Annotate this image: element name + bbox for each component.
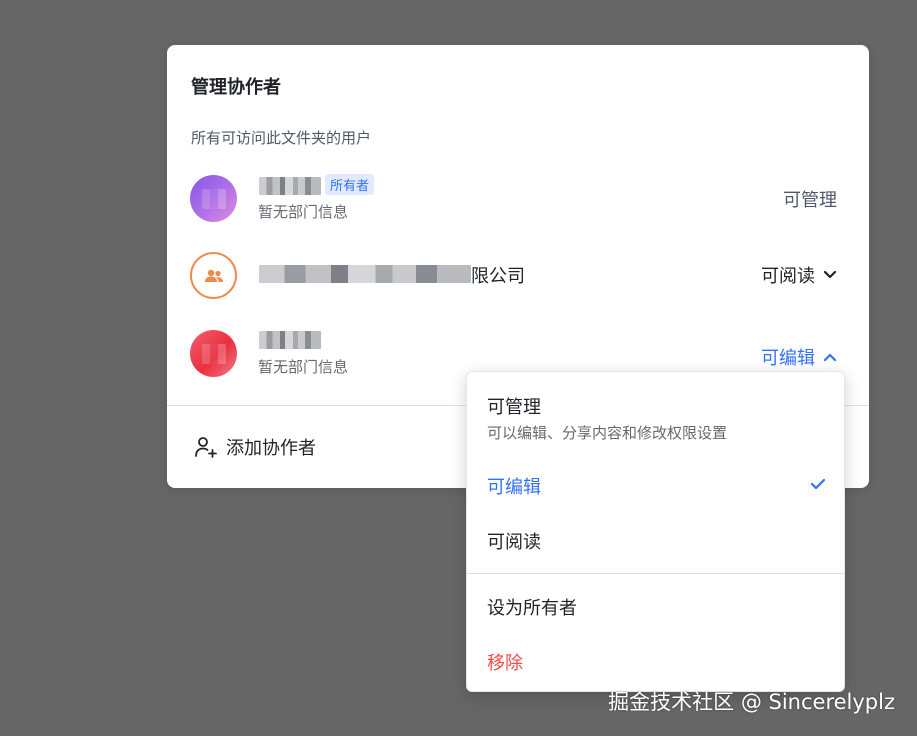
member-name-suffix: 限公司 <box>471 266 525 287</box>
permission-menu: 可管理 可以编辑、分享内容和修改权限设置 可编辑 可阅读 设为所有者 移除 <box>466 371 845 692</box>
member-dept: 暂无部门信息 <box>258 358 349 376</box>
menu-divider <box>467 573 844 574</box>
owner-badge: 所有者 <box>325 174 375 195</box>
menu-item-label: 可阅读 <box>487 532 541 553</box>
menu-item-remove[interactable]: 移除 <box>467 636 844 686</box>
member-name-redacted <box>259 331 321 349</box>
member-dept: 暂无部门信息 <box>258 203 349 221</box>
menu-item-label: 设为所有者 <box>487 598 577 619</box>
team-icon <box>204 269 223 282</box>
menu-item-manage[interactable]: 可管理 可以编辑、分享内容和修改权限设置 <box>467 372 844 454</box>
add-user-icon <box>195 437 217 458</box>
permission-label: 可阅读 <box>761 266 815 287</box>
panel-subtitle: 所有可访问此文件夹的用户 <box>191 129 372 147</box>
chevron-down-icon <box>823 270 837 279</box>
panel-title: 管理协作者 <box>191 77 281 98</box>
chevron-up-icon <box>823 353 837 362</box>
watermark: 掘金技术社区 @ Sincerelyplz <box>608 690 895 714</box>
menu-item-label: 可管理 <box>487 397 541 418</box>
menu-item-set-owner[interactable]: 设为所有者 <box>467 582 844 632</box>
menu-item-desc: 可以编辑、分享内容和修改权限设置 <box>487 424 728 442</box>
member-name-redacted <box>259 265 471 283</box>
member-row-owner: 所有者 暂无部门信息 可管理 <box>167 173 869 233</box>
check-icon <box>810 478 826 490</box>
permission-label: 可编辑 <box>761 348 815 369</box>
member-permission: 可管理 <box>783 186 837 212</box>
permission-dropdown[interactable]: 可编辑 <box>761 344 837 370</box>
avatar <box>190 175 237 222</box>
member-row-organization: 限公司 可阅读 <box>167 250 869 310</box>
add-collaborator-label: 添加协作者 <box>226 438 316 459</box>
permission-dropdown[interactable]: 可阅读 <box>761 262 837 288</box>
menu-item-read[interactable]: 可阅读 <box>467 514 844 566</box>
add-collaborator-button[interactable]: 添加协作者 <box>194 434 316 460</box>
menu-item-label: 可编辑 <box>487 477 541 498</box>
avatar <box>190 330 237 377</box>
menu-item-label: 移除 <box>487 653 523 674</box>
member-name-redacted <box>259 177 321 195</box>
menu-item-edit[interactable]: 可编辑 <box>467 458 844 510</box>
permission-label: 可管理 <box>783 190 837 211</box>
organization-avatar <box>190 252 237 299</box>
